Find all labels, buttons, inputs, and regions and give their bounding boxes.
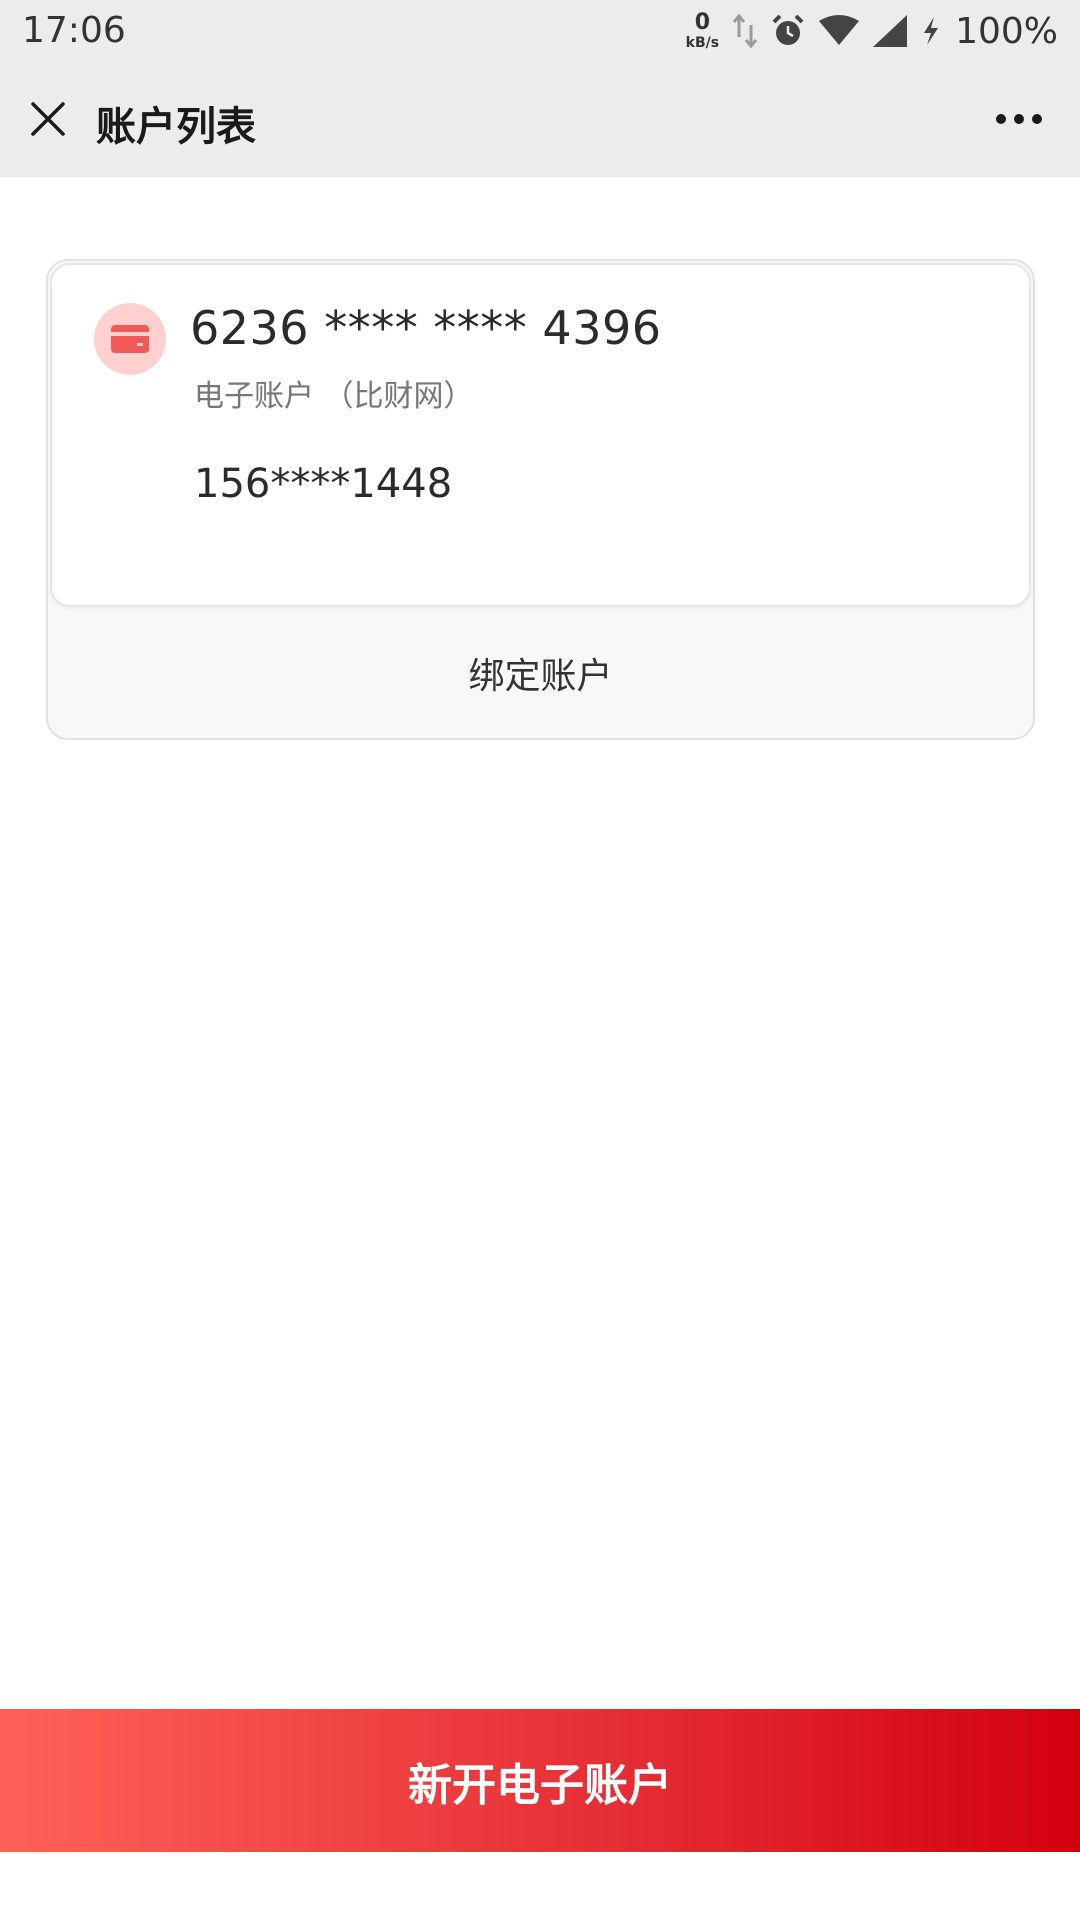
status-time: 17:06: [22, 10, 126, 51]
close-icon: [31, 102, 65, 136]
top-area: 17:06 0 kB/s 100% 账户列表: [0, 0, 1080, 177]
more-icon: [996, 114, 1042, 124]
account-item: 6236 **** **** 4396 电子账户 （比财网） 156****14…: [46, 259, 1035, 740]
page-title: 账户列表: [96, 104, 256, 150]
net-speed-value: 0: [694, 10, 711, 35]
account-card[interactable]: 6236 **** **** 4396 电子账户 （比财网） 156****14…: [50, 263, 1031, 607]
close-button[interactable]: [20, 91, 76, 147]
card-number: 6236 **** **** 4396: [190, 301, 662, 355]
charging-icon: [921, 15, 941, 47]
open-account-button[interactable]: 新开电子账户: [0, 1709, 1080, 1852]
credit-card-icon: [111, 325, 149, 353]
alarm-icon: [771, 14, 805, 48]
account-type: 电子账户 （比财网）: [194, 379, 474, 414]
wifi-icon: [819, 15, 860, 47]
app-bar: 账户列表: [0, 62, 1080, 177]
card-icon-badge: [94, 303, 166, 375]
account-phone: 156****1448: [194, 461, 453, 507]
data-arrows-icon: [733, 13, 758, 49]
bind-account-button[interactable]: 绑定账户: [48, 607, 1033, 738]
net-speed-unit: kB/s: [685, 35, 720, 51]
more-options-button[interactable]: [984, 91, 1054, 147]
battery-level: 100%: [955, 10, 1058, 52]
signal-icon: [873, 15, 908, 47]
status-icons: 0 kB/s 100%: [686, 8, 1058, 54]
status-bar: 17:06 0 kB/s 100%: [0, 0, 1080, 62]
net-speed: 0 kB/s: [685, 10, 720, 51]
